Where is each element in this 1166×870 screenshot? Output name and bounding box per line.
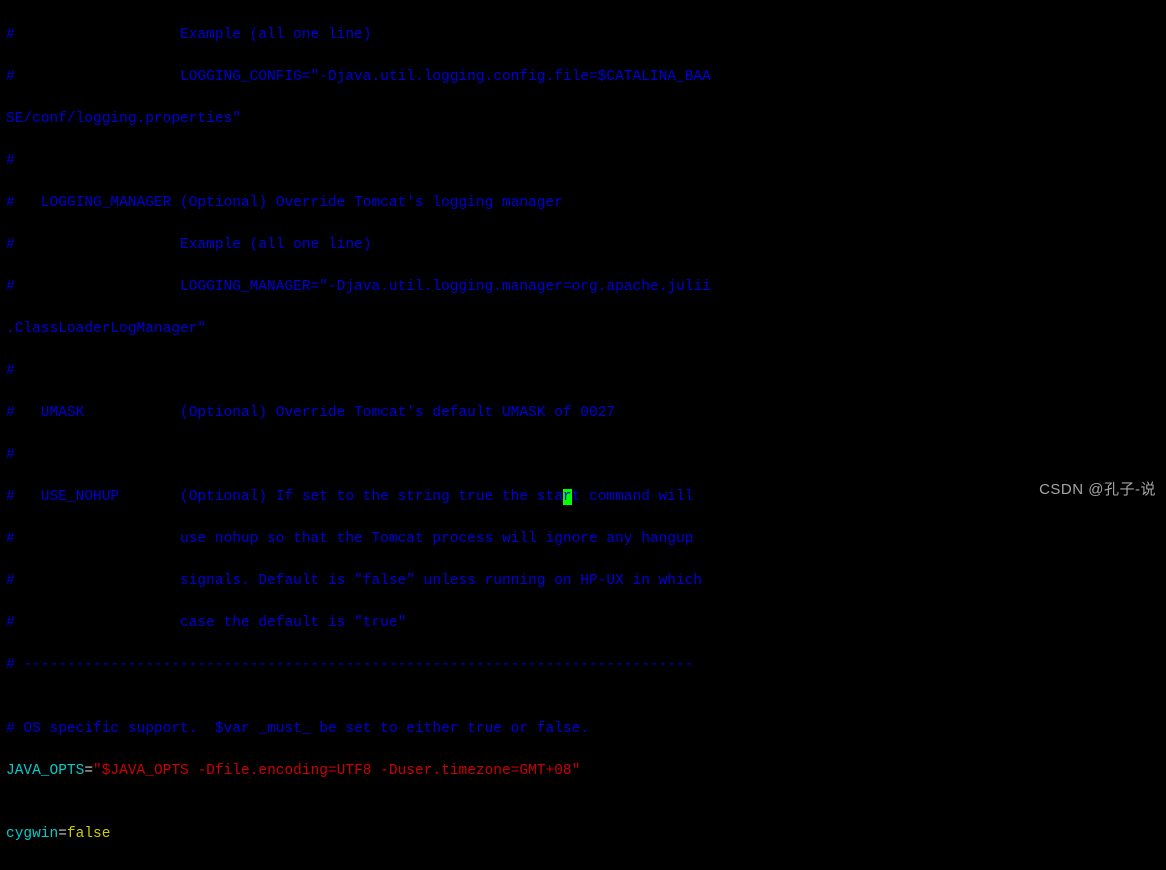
java-opts-assignment: JAVA_OPTS="$JAVA_OPTS -Dfile.encoding=UT…	[6, 761, 1160, 782]
comment-line: # LOGGING_CONFIG="-Djava.util.logging.co…	[6, 67, 1160, 88]
inner-variable-ref: $JAVA_OPTS	[102, 763, 189, 779]
cygwin-assignment: cygwin=false	[6, 824, 1160, 845]
comment-line: # UMASK (Optional) Override Tomcat's def…	[6, 403, 1160, 424]
variable-name: cygwin	[6, 826, 58, 842]
equals-sign: =	[58, 826, 67, 842]
comment-line: # signals. Default is "false" unless run…	[6, 571, 1160, 592]
variable-name: JAVA_OPTS	[6, 763, 84, 779]
equals-sign: =	[84, 763, 93, 779]
text-after-cursor: t command will	[572, 489, 694, 505]
comment-line: # Example (all one line)	[6, 235, 1160, 256]
comment-line: # OS specific support. $var _must_ be se…	[6, 719, 1160, 740]
comment-line: #	[6, 151, 1160, 172]
quote-close: "	[572, 763, 581, 779]
comment-line: #	[6, 361, 1160, 382]
quote-open: "	[93, 763, 102, 779]
comment-line-with-cursor: # USE_NOHUP (Optional) If set to the str…	[6, 487, 1160, 508]
string-value: -Dfile.encoding=UTF8 -Duser.timezone=GMT…	[189, 763, 572, 779]
watermark-text: CSDN @孔子-说	[1039, 479, 1156, 501]
boolean-value: false	[67, 826, 111, 842]
terminal-editor[interactable]: # Example (all one line) # LOGGING_CONFI…	[0, 0, 1166, 870]
comment-divider: # --------------------------------------…	[6, 655, 1160, 676]
comment-line: # LOGGING_MANAGER (Optional) Override To…	[6, 193, 1160, 214]
text-cursor: r	[563, 489, 572, 505]
comment-line: # Example (all one line)	[6, 25, 1160, 46]
comment-line: .ClassLoaderLogManager"	[6, 319, 1160, 340]
comment-line: # LOGGING_MANAGER="-Djava.util.logging.m…	[6, 277, 1160, 298]
comment-line: # use nohup so that the Tomcat process w…	[6, 529, 1160, 550]
text-before-cursor: # USE_NOHUP (Optional) If set to the str…	[6, 489, 563, 505]
comment-line: #	[6, 445, 1160, 466]
comment-line: # case the default is "true"	[6, 613, 1160, 634]
comment-line: SE/conf/logging.properties"	[6, 109, 1160, 130]
